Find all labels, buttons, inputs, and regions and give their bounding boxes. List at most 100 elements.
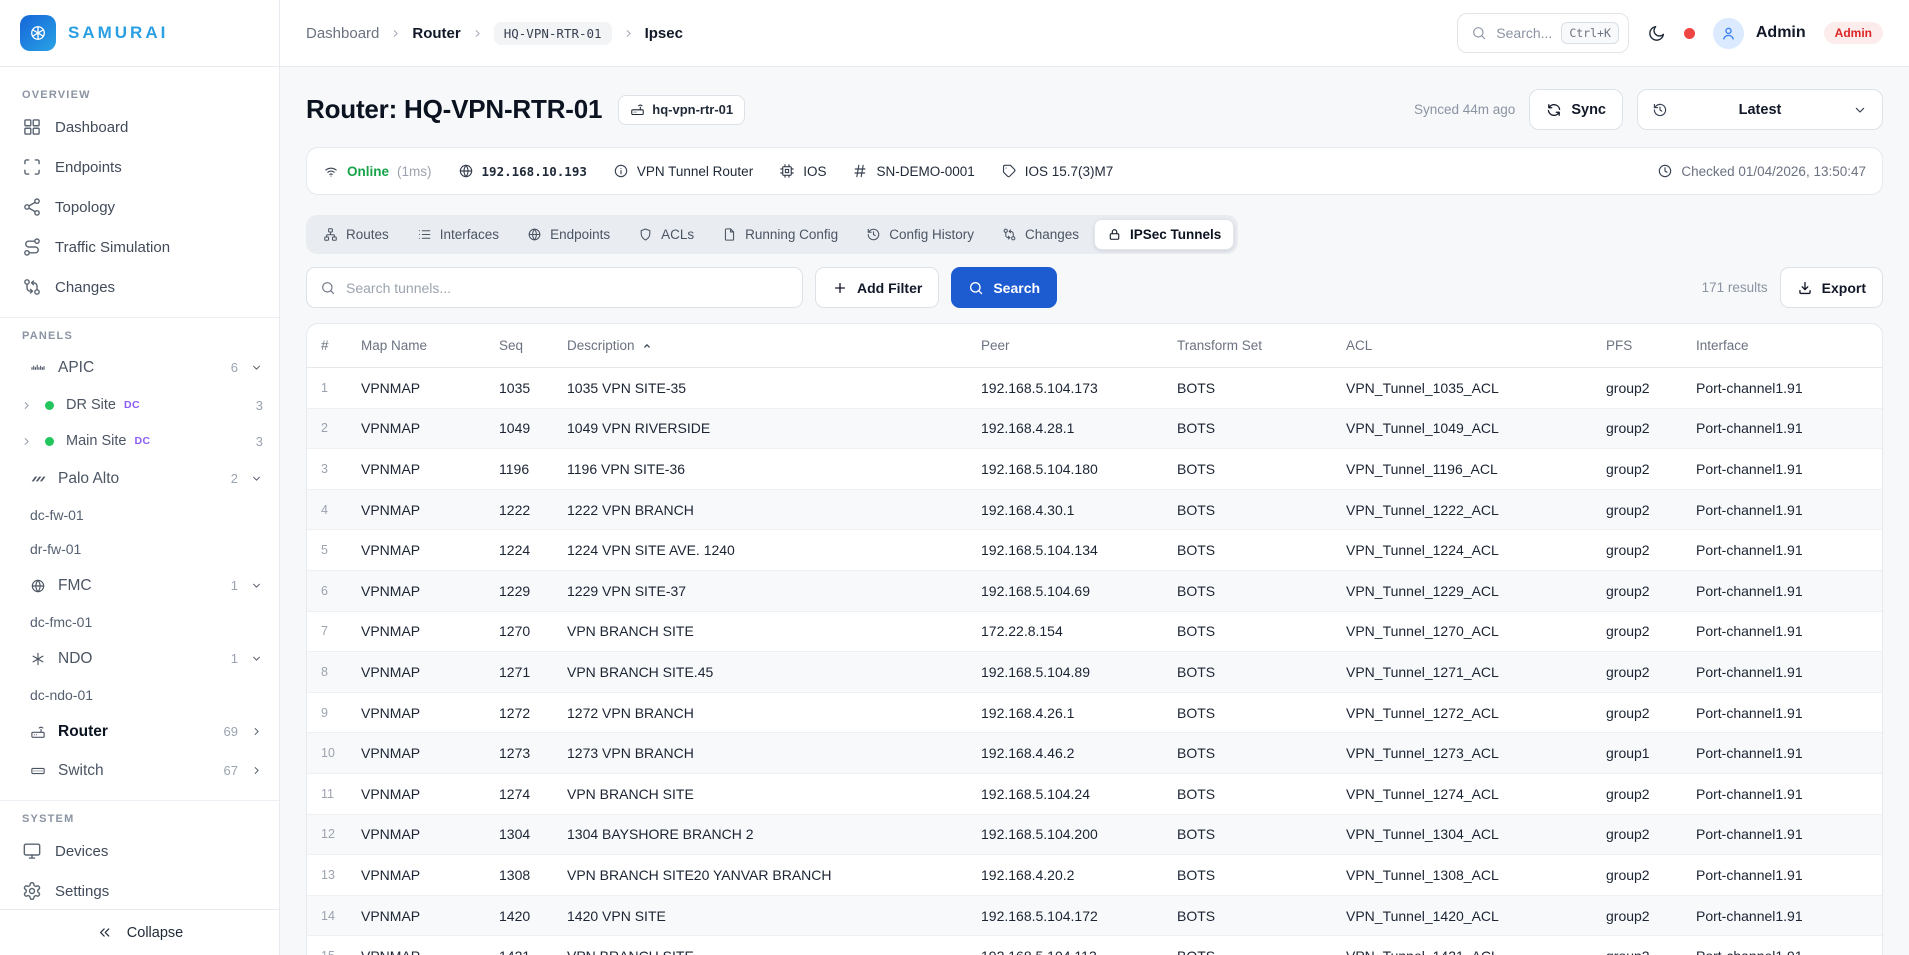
column-header-index[interactable]: # bbox=[321, 338, 361, 353]
search-button[interactable]: Search bbox=[951, 267, 1057, 308]
status-dot-green bbox=[45, 401, 54, 410]
column-header-map-name[interactable]: Map Name bbox=[361, 338, 499, 353]
device-chip[interactable]: hq-vpn-rtr-01 bbox=[618, 95, 745, 125]
panel-device-dr-fw-01[interactable]: dr-fw-01 bbox=[20, 532, 263, 566]
route-icon bbox=[22, 237, 42, 257]
user-name[interactable]: Admin bbox=[1756, 24, 1806, 42]
section-label-overview: OVERVIEW bbox=[22, 89, 263, 101]
git-icon bbox=[1002, 227, 1017, 242]
table-row[interactable]: 14VPNMAP14201420 VPN SITE192.168.5.104.1… bbox=[307, 896, 1882, 937]
table-row[interactable]: 7VPNMAP1270VPN BRANCH SITE172.22.8.154BO… bbox=[307, 612, 1882, 653]
page-title: Router: HQ-VPN-RTR-01 bbox=[306, 94, 602, 125]
sidebar-item-changes[interactable]: Changes bbox=[20, 267, 263, 307]
netmap-icon bbox=[323, 227, 338, 242]
panel-router[interactable]: Router69 bbox=[20, 712, 263, 751]
tab-config-history[interactable]: Config History bbox=[853, 219, 987, 250]
section-label-system: SYSTEM bbox=[22, 813, 263, 825]
results-count: 171 results bbox=[1702, 280, 1768, 295]
nav-panels: APIC6DR SiteDC3Main SiteDC3Palo Alto2dc-… bbox=[20, 348, 263, 790]
panel-device-dc-fmc-01[interactable]: dc-fmc-01 bbox=[20, 605, 263, 639]
table-row[interactable]: 10VPNMAP12731273 VPN BRANCH192.168.4.46.… bbox=[307, 733, 1882, 774]
column-header-seq[interactable]: Seq bbox=[499, 338, 567, 353]
breadcrumb-page[interactable]: Ipsec bbox=[645, 25, 683, 42]
avatar[interactable] bbox=[1713, 18, 1744, 49]
column-header-acl[interactable]: ACL bbox=[1346, 338, 1606, 353]
table-row[interactable]: 15VPNMAP1421VPN BRANCH SITE192.168.5.104… bbox=[307, 936, 1882, 955]
table-row[interactable]: 13VPNMAP1308VPN BRANCH SITE20 YANVAR BRA… bbox=[307, 855, 1882, 896]
table-row[interactable]: 5VPNMAP12241224 VPN SITE AVE. 1240192.16… bbox=[307, 530, 1882, 571]
export-button[interactable]: Export bbox=[1780, 267, 1883, 308]
status-dot-green bbox=[45, 437, 54, 446]
column-header-transform-set[interactable]: Transform Set bbox=[1177, 338, 1346, 353]
tab-running-config[interactable]: Running Config bbox=[709, 219, 851, 250]
global-search[interactable]: Search... Ctrl+K bbox=[1457, 13, 1629, 53]
notification-dot[interactable] bbox=[1684, 28, 1695, 39]
chevron-down-icon[interactable] bbox=[250, 361, 263, 374]
search-icon bbox=[968, 280, 984, 296]
table-row[interactable]: 8VPNMAP1271VPN BRANCH SITE.45192.168.5.1… bbox=[307, 652, 1882, 693]
tab-ipsec-tunnels[interactable]: IPSec Tunnels bbox=[1094, 219, 1234, 250]
chevron-right-icon[interactable] bbox=[250, 725, 263, 738]
app-logo[interactable] bbox=[20, 15, 56, 51]
sidebar-item-devices[interactable]: Devices bbox=[20, 831, 263, 871]
table-row[interactable]: 9VPNMAP12721272 VPN BRANCH192.168.4.26.1… bbox=[307, 693, 1882, 734]
panel-device-dc-fw-01[interactable]: dc-fw-01 bbox=[20, 498, 263, 532]
panel-fmc[interactable]: FMC1 bbox=[20, 566, 263, 605]
topbar-actions: Search... Ctrl+K Admin Admin bbox=[1457, 13, 1883, 53]
chevron-down-icon[interactable] bbox=[250, 579, 263, 592]
table-row[interactable]: 6VPNMAP12291229 VPN SITE-37192.168.5.104… bbox=[307, 571, 1882, 612]
scan-icon bbox=[22, 157, 42, 177]
sidebar-item-dashboard[interactable]: Dashboard bbox=[20, 107, 263, 147]
dark-mode-toggle[interactable] bbox=[1647, 24, 1666, 43]
divider bbox=[0, 800, 279, 801]
section-label-panels: PANELS bbox=[22, 330, 263, 342]
table-row[interactable]: 1VPNMAP10351035 VPN SITE-35192.168.5.104… bbox=[307, 368, 1882, 409]
panel-site-main-site[interactable]: Main SiteDC3 bbox=[20, 423, 263, 459]
table-row[interactable]: 2VPNMAP10491049 VPN RIVERSIDE192.168.4.2… bbox=[307, 409, 1882, 450]
page-content: Router: HQ-VPN-RTR-01 hq-vpn-rtr-01 Sync… bbox=[280, 67, 1909, 955]
sidebar-item-topology[interactable]: Topology bbox=[20, 187, 263, 227]
panel-switch[interactable]: Switch67 bbox=[20, 751, 263, 790]
tab-acls[interactable]: ACLs bbox=[625, 219, 707, 250]
version-select-value: Latest bbox=[1678, 102, 1842, 118]
panel-ndo[interactable]: NDO1 bbox=[20, 639, 263, 678]
breadcrumb-dashboard[interactable]: Dashboard bbox=[306, 25, 379, 42]
column-header-description[interactable]: Description bbox=[567, 338, 981, 353]
tab-endpoints[interactable]: Endpoints bbox=[514, 219, 623, 250]
panel-site-dr-site[interactable]: DR SiteDC3 bbox=[20, 387, 263, 423]
collapse-button[interactable]: Collapse bbox=[0, 909, 279, 955]
info-icon bbox=[613, 163, 629, 179]
breadcrumb-device[interactable]: HQ-VPN-RTR-01 bbox=[494, 22, 612, 45]
chevron-right-icon[interactable] bbox=[20, 435, 33, 448]
table-row[interactable]: 11VPNMAP1274VPN BRANCH SITE192.168.5.104… bbox=[307, 774, 1882, 815]
router-icon bbox=[30, 724, 46, 740]
chevron-down-icon[interactable] bbox=[250, 472, 263, 485]
column-header-peer[interactable]: Peer bbox=[981, 338, 1177, 353]
git-icon bbox=[22, 277, 42, 297]
chevron-down-icon[interactable] bbox=[250, 652, 263, 665]
panel-palo-alto[interactable]: Palo Alto2 bbox=[20, 459, 263, 498]
table-row[interactable]: 4VPNMAP12221222 VPN BRANCH192.168.4.30.1… bbox=[307, 490, 1882, 531]
tab-changes[interactable]: Changes bbox=[989, 219, 1092, 250]
chevron-right-icon bbox=[389, 27, 402, 40]
sidebar-item-settings[interactable]: Settings bbox=[20, 871, 263, 909]
panel-count: 69 bbox=[224, 724, 238, 739]
add-filter-button[interactable]: Add Filter bbox=[815, 267, 939, 308]
tab-routes[interactable]: Routes bbox=[310, 219, 402, 250]
tab-interfaces[interactable]: Interfaces bbox=[404, 219, 512, 250]
sidebar-item-endpoints[interactable]: Endpoints bbox=[20, 147, 263, 187]
chevron-right-icon[interactable] bbox=[20, 399, 33, 412]
chevron-right-icon[interactable] bbox=[250, 764, 263, 777]
panel-apic[interactable]: APIC6 bbox=[20, 348, 263, 387]
table-row[interactable]: 12VPNMAP13041304 BAYSHORE BRANCH 2192.16… bbox=[307, 815, 1882, 856]
column-header-pfs[interactable]: PFS bbox=[1606, 338, 1696, 353]
tunnel-search-input[interactable]: Search tunnels... bbox=[306, 267, 803, 308]
topbar: Dashboard Router HQ-VPN-RTR-01 Ipsec Sea… bbox=[280, 0, 1909, 67]
column-header-interface[interactable]: Interface bbox=[1696, 338, 1873, 353]
version-select[interactable]: Latest bbox=[1637, 89, 1883, 130]
breadcrumb-router[interactable]: Router bbox=[412, 25, 460, 42]
panel-device-dc-ndo-01[interactable]: dc-ndo-01 bbox=[20, 678, 263, 712]
sync-button[interactable]: Sync bbox=[1529, 89, 1623, 130]
table-row[interactable]: 3VPNMAP11961196 VPN SITE-36192.168.5.104… bbox=[307, 449, 1882, 490]
sidebar-item-traffic-simulation[interactable]: Traffic Simulation bbox=[20, 227, 263, 267]
